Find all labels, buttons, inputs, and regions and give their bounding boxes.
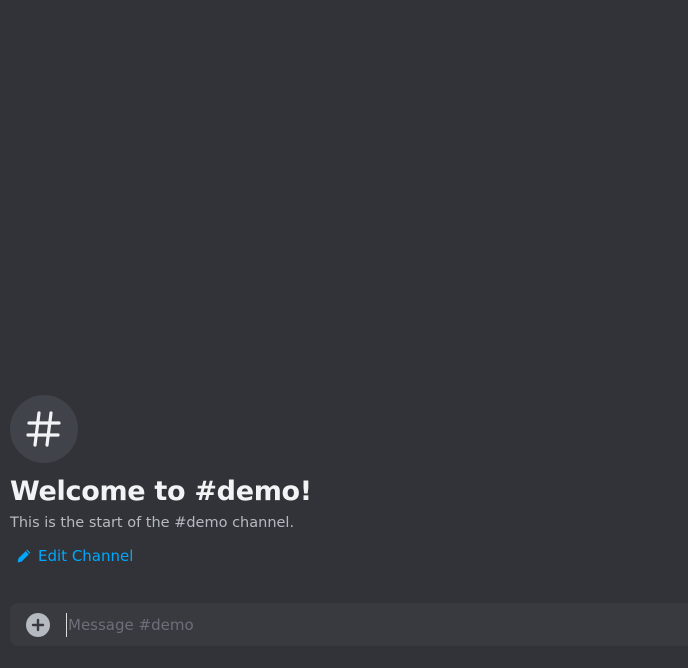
hashtag-icon bbox=[26, 411, 61, 447]
pencil-icon bbox=[17, 549, 31, 563]
edit-channel-button[interactable]: Edit Channel bbox=[16, 546, 133, 566]
edit-channel-label: Edit Channel bbox=[38, 547, 134, 565]
welcome-subtitle: This is the start of the #demo channel. bbox=[10, 515, 295, 531]
channel-welcome: Welcome to #demo! This is the start of t… bbox=[10, 395, 670, 568]
chat-area: Welcome to #demo! This is the start of t… bbox=[0, 0, 688, 668]
plus-circle-icon bbox=[31, 618, 45, 631]
message-composer bbox=[10, 603, 688, 646]
attach-button[interactable] bbox=[26, 612, 50, 637]
welcome-title: Welcome to #demo! bbox=[10, 476, 312, 507]
message-input[interactable] bbox=[66, 612, 688, 637]
channel-avatar bbox=[10, 395, 78, 463]
